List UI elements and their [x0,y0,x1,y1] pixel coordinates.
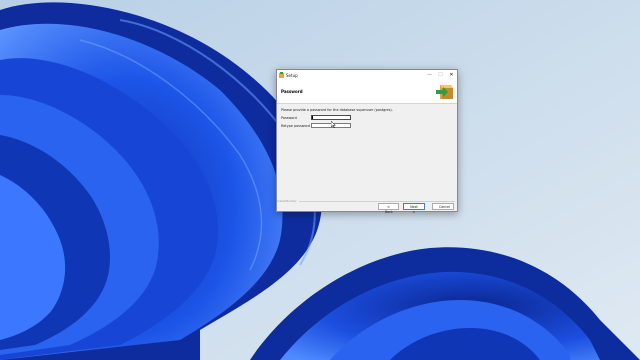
minimize-button[interactable]: — [424,71,435,80]
installer-box-arrow-icon [436,85,453,99]
cancel-button[interactable]: Cancel [432,203,454,210]
window-title: Setup [286,73,298,78]
retype-password-label: Retype password [281,124,311,128]
setup-dialog: Setup — ☐ ✕ Password Please provide a pa… [276,69,458,214]
next-button[interactable]: Next > [403,203,425,214]
password-prompt: Please provide a password for the databa… [281,108,393,112]
password-field[interactable] [311,115,351,120]
password-label: Password [281,116,297,120]
desktop: Setup — ☐ ✕ Password Please provide a pa… [0,0,640,360]
back-button[interactable]: < Back [378,203,399,214]
page-title: Password [281,89,303,94]
text-caret [312,116,313,119]
maximize-button[interactable]: ☐ [435,71,446,80]
page-header: Password [277,81,457,104]
mouse-pointer-icon [331,121,336,128]
close-button[interactable]: ✕ [446,71,457,80]
page-content: Please provide a password for the databa… [277,104,457,190]
installbuilder-brand: InstallBuilder [277,199,297,203]
title-bar[interactable]: Setup — ☐ ✕ [277,70,457,81]
setup-app-icon [279,72,284,78]
footer-divider [299,201,455,202]
